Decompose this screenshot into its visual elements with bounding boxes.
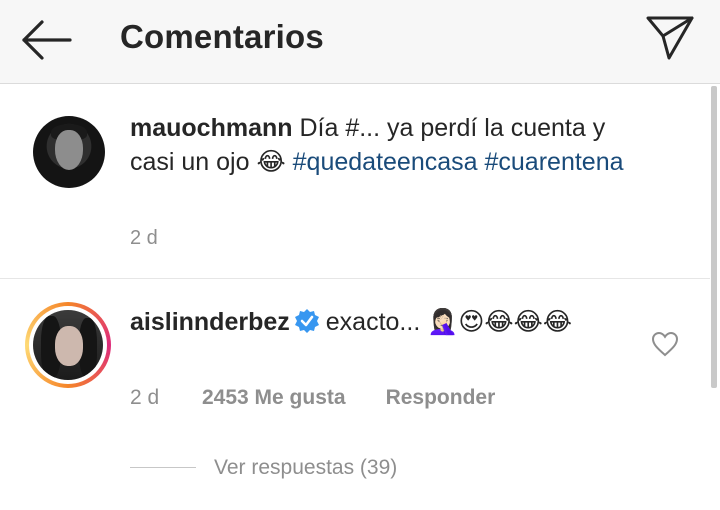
replies-line	[130, 467, 196, 468]
back-button[interactable]	[18, 18, 78, 62]
emoji-sequence: 🤦🏻‍♀️😍😂😂😂	[427, 307, 573, 336]
avatar[interactable]	[33, 310, 103, 380]
top-bar: Comentarios	[0, 0, 720, 84]
comment-username[interactable]: aislinnderbez	[130, 308, 290, 336]
paper-plane-icon	[646, 16, 694, 60]
share-button[interactable]	[642, 12, 698, 64]
like-button[interactable]	[650, 329, 680, 359]
story-ring[interactable]	[25, 302, 111, 388]
view-replies-label: Ver respuestas (39)	[214, 456, 398, 479]
caption-comment: mauochmann Día #... ya perdí la cuenta y…	[0, 86, 710, 278]
caption-text: mauochmann Día #... ya perdí la cuenta y…	[130, 112, 630, 179]
hashtag-link[interactable]: #cuarentena	[485, 148, 624, 176]
caption-username[interactable]: mauochmann	[130, 114, 293, 142]
reply-button[interactable]: Responder	[386, 386, 496, 410]
likes-count[interactable]: 2453 Me gusta	[202, 386, 346, 410]
view-replies-button[interactable]: Ver respuestas (39)	[130, 456, 460, 486]
heart-icon	[651, 331, 679, 357]
comment-meta: 2 d 2453 Me gusta Responder	[130, 386, 495, 410]
comment-item: aislinnderbez exacto... 🤦🏻‍♀️😍😂😂😂 2 d 245…	[0, 279, 710, 510]
comment-timestamp: 2 d	[130, 386, 160, 409]
avatar[interactable]	[33, 116, 105, 188]
comment-text: aislinnderbez exacto... 🤦🏻‍♀️😍😂😂😂	[130, 305, 630, 339]
hashtag-link[interactable]: #quedateencasa	[293, 148, 478, 176]
page-title: Comentarios	[120, 18, 324, 55]
laughing-emoji: 😂	[256, 147, 286, 176]
comment-body: exacto...	[325, 308, 421, 336]
verified-badge-icon	[294, 309, 319, 333]
scrollbar[interactable]	[711, 86, 717, 388]
caption-timestamp: 2 d	[130, 227, 158, 249]
arrow-left-icon	[22, 20, 72, 60]
